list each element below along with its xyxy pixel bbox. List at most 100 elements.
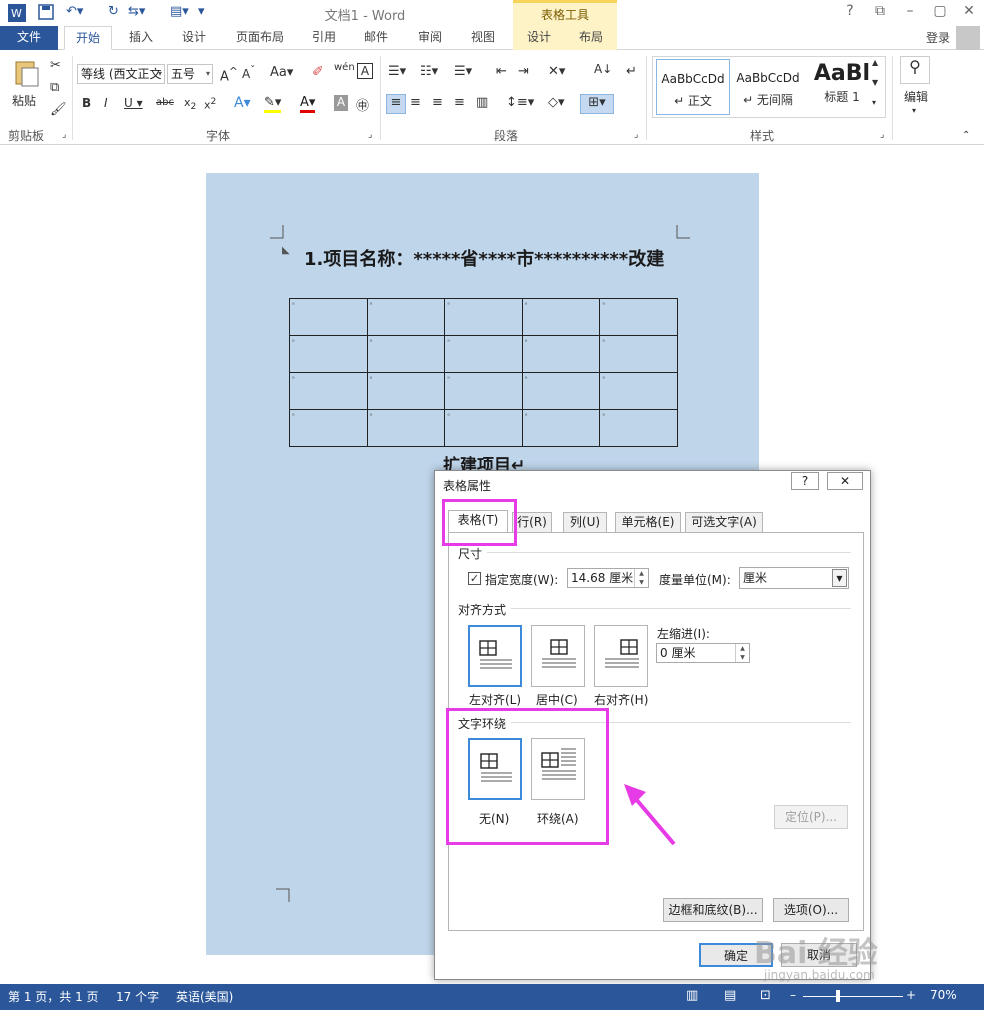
- superscript-icon[interactable]: x2: [204, 96, 216, 112]
- font-launcher-icon[interactable]: ⌟: [368, 130, 372, 140]
- wrap-around-option[interactable]: [531, 738, 585, 800]
- tab-home[interactable]: 开始: [64, 26, 112, 50]
- tab-review[interactable]: 审阅: [406, 26, 454, 50]
- table-cell[interactable]: ᵃ: [444, 372, 523, 410]
- table-cell[interactable]: ᵃ: [521, 335, 601, 373]
- zoom-level[interactable]: 70%: [930, 988, 957, 1002]
- shrink-font-icon[interactable]: Aˇ: [242, 65, 255, 81]
- edit-dropdown-icon[interactable]: ▾: [912, 106, 916, 115]
- styles-launcher-icon[interactable]: ⌟: [880, 130, 884, 140]
- font-size-combo[interactable]: 五号 ▾: [167, 64, 213, 84]
- borders-shading-button[interactable]: 边框和底纹(B)...: [663, 898, 763, 922]
- clipboard-launcher-icon[interactable]: ⌟: [62, 130, 66, 140]
- edit-button[interactable]: 编辑: [904, 88, 928, 105]
- increase-indent-icon[interactable]: ⇥: [518, 64, 529, 79]
- enclose-char-icon[interactable]: ㊥: [356, 95, 369, 114]
- text-effects-icon[interactable]: A▾: [234, 95, 251, 111]
- phonetic-guide-icon[interactable]: wén: [334, 62, 355, 73]
- multilevel-list-icon[interactable]: ☰▾: [454, 64, 472, 79]
- distributed-icon[interactable]: ▥: [476, 95, 488, 110]
- print-layout-icon[interactable]: ▤: [724, 988, 736, 1003]
- chevron-down-icon[interactable]: ▼: [832, 569, 847, 587]
- decrease-indent-icon[interactable]: ⇤: [496, 64, 507, 79]
- paste-icon[interactable]: [14, 58, 40, 91]
- spin-arrows-icon[interactable]: ▲ ▼: [735, 644, 749, 662]
- font-name-combo[interactable]: 等线 (西文正文 ▾: [77, 64, 165, 84]
- table-cell[interactable]: ᵃ: [599, 298, 678, 336]
- gallery-down-icon[interactable]: ▼: [872, 78, 878, 87]
- table-cell[interactable]: ᵃ: [366, 409, 446, 447]
- bullets-icon[interactable]: ☰▾: [388, 64, 406, 79]
- table-cell[interactable]: ᵃ: [289, 298, 368, 336]
- tab-insert[interactable]: 插入: [116, 26, 166, 50]
- sort-icon[interactable]: A↓: [594, 62, 612, 76]
- clear-format-icon[interactable]: ✐: [312, 64, 324, 80]
- dialog-close-button[interactable]: ✕: [827, 472, 863, 490]
- web-layout-icon[interactable]: ⊡: [760, 988, 771, 1003]
- italic-icon[interactable]: I: [104, 96, 108, 110]
- dialog-help-button[interactable]: ?: [791, 472, 819, 490]
- zoom-out-icon[interactable]: –: [790, 988, 796, 1002]
- tab-table-design[interactable]: 设计: [513, 26, 565, 50]
- spin-arrows-icon[interactable]: ▲ ▼: [634, 569, 648, 587]
- table-cell[interactable]: ᵃ: [444, 335, 523, 373]
- login-link[interactable]: 登录: [926, 29, 950, 46]
- bold-icon[interactable]: B: [82, 96, 91, 110]
- style-normal[interactable]: AaBbCcDd ↵ 正文: [656, 59, 730, 115]
- format-painter-icon[interactable]: 🖌: [50, 102, 67, 117]
- gallery-more-icon[interactable]: ▾: [872, 98, 876, 107]
- justify-icon[interactable]: ≡: [454, 95, 465, 110]
- document-table[interactable]: ᵃ ᵃ ᵃ ᵃ ᵃ ᵃ ᵃ ᵃ ᵃ ᵃ ᵃ ᵃ ᵃ ᵃ ᵃ ᵃ ᵃ ᵃ ᵃ ᵃ: [289, 298, 678, 447]
- paste-button[interactable]: 粘贴: [12, 92, 36, 109]
- help-icon[interactable]: ?: [835, 3, 865, 19]
- tab-cell[interactable]: 单元格(E): [615, 512, 681, 532]
- zoom-in-icon[interactable]: +: [906, 988, 916, 1002]
- gallery-up-icon[interactable]: ▲: [872, 58, 878, 67]
- zoom-slider-thumb[interactable]: [836, 990, 840, 1002]
- tab-design[interactable]: 设计: [170, 26, 218, 50]
- binoculars-icon[interactable]: ⚲: [900, 56, 930, 84]
- cut-icon[interactable]: ✂: [50, 58, 61, 73]
- grow-font-icon[interactable]: A^: [220, 65, 238, 84]
- maximize-icon[interactable]: ▢: [925, 3, 955, 19]
- word-count[interactable]: 17 个字: [116, 988, 159, 1005]
- wrap-none-option[interactable]: [468, 738, 522, 800]
- style-heading-1[interactable]: AaBl 标题 1: [805, 59, 879, 115]
- options-button[interactable]: 选项(O)...: [773, 898, 849, 922]
- tab-view[interactable]: 视图: [460, 26, 506, 50]
- tab-page-layout[interactable]: 页面布局: [224, 26, 296, 50]
- preferred-width-input[interactable]: 14.68 厘米 ▲ ▼: [567, 568, 649, 588]
- positioning-button[interactable]: 定位(P)...: [774, 805, 848, 829]
- tab-alt-text[interactable]: 可选文字(A): [685, 512, 763, 532]
- close-icon[interactable]: ✕: [954, 3, 984, 19]
- copy-icon[interactable]: ⧉: [50, 80, 59, 95]
- font-color-icon[interactable]: A▾: [300, 95, 316, 113]
- change-case-icon[interactable]: Aa▾: [270, 65, 293, 80]
- table-cell[interactable]: ᵃ: [289, 335, 368, 373]
- tab-column[interactable]: 列(U): [563, 512, 607, 532]
- align-right-option[interactable]: [594, 625, 648, 687]
- align-center-option[interactable]: [531, 625, 585, 687]
- tab-file[interactable]: 文件: [0, 26, 58, 50]
- table-cell[interactable]: ᵃ: [599, 372, 678, 410]
- collapse-ribbon-icon[interactable]: ⌃: [962, 130, 970, 141]
- page-count[interactable]: 第 1 页，共 1 页: [8, 988, 99, 1005]
- tab-mailings[interactable]: 邮件: [354, 26, 398, 50]
- style-no-spacing[interactable]: AaBbCcDd ↵ 无间隔: [731, 59, 805, 115]
- highlight-icon[interactable]: ✎▾: [264, 95, 282, 113]
- table-cell[interactable]: ᵃ: [289, 409, 368, 447]
- table-cell[interactable]: ᵃ: [366, 372, 446, 410]
- left-indent-input[interactable]: 0 厘米 ▲ ▼: [656, 643, 750, 663]
- line-spacing-icon[interactable]: ↕≡▾: [506, 95, 534, 110]
- avatar-icon[interactable]: [956, 26, 980, 50]
- table-cell[interactable]: ᵃ: [289, 372, 368, 410]
- align-left-icon[interactable]: ≡: [386, 94, 406, 114]
- tab-table-layout[interactable]: 布局: [565, 26, 617, 50]
- zoom-slider-track[interactable]: [803, 996, 903, 997]
- table-cell[interactable]: ᵃ: [444, 409, 523, 447]
- align-right-icon[interactable]: ≡: [432, 95, 443, 110]
- table-cell[interactable]: ᵃ: [366, 298, 446, 336]
- language-indicator[interactable]: 英语(美国): [176, 988, 233, 1005]
- char-border-icon[interactable]: A: [357, 63, 373, 79]
- tab-table[interactable]: 表格(T): [448, 510, 508, 533]
